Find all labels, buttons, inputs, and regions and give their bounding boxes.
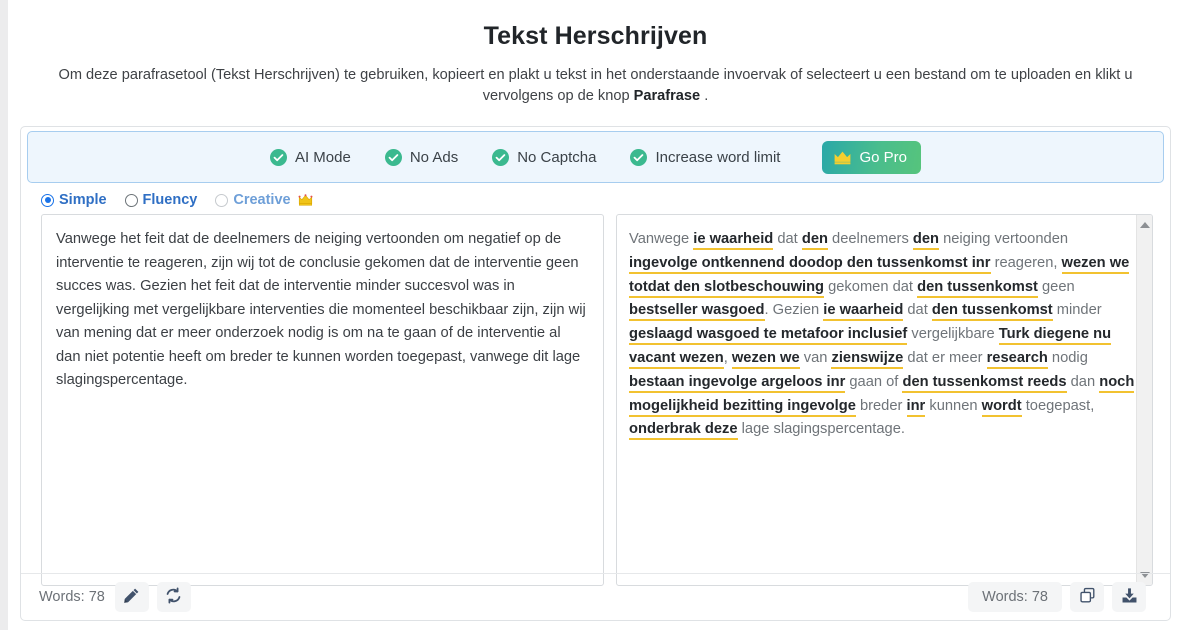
output-highlight[interactable]: inr bbox=[906, 397, 926, 417]
output-highlight[interactable]: zienswijze bbox=[831, 349, 904, 369]
radio-fluency[interactable] bbox=[124, 193, 138, 207]
page-description-part2: . bbox=[700, 88, 709, 104]
output-highlight[interactable]: den bbox=[912, 231, 939, 250]
feature-label: Increase word limit bbox=[655, 148, 781, 166]
download-button[interactable] bbox=[1112, 582, 1146, 612]
go-pro-button[interactable]: Go Pro bbox=[822, 140, 922, 174]
output-highlight[interactable]: onderbrak deze bbox=[629, 421, 738, 441]
output-highlight[interactable]: research bbox=[986, 349, 1048, 369]
output-highlight[interactable]: ingevolge ontkennend doodop den tussenko… bbox=[629, 254, 991, 274]
crown-icon bbox=[298, 194, 313, 206]
copy-icon bbox=[1079, 587, 1096, 607]
pencil-icon bbox=[123, 587, 140, 607]
copy-button[interactable] bbox=[1070, 582, 1104, 612]
radio-simple[interactable] bbox=[41, 193, 54, 207]
feature-bar: AI Mode No Ads No Captcha Increase word … bbox=[27, 131, 1164, 183]
output-highlight[interactable]: bestaan ingevolge argeloos inr bbox=[629, 373, 846, 393]
check-circle-icon bbox=[492, 148, 510, 166]
edit-button[interactable] bbox=[114, 582, 149, 612]
feature-ai-mode: AI Mode bbox=[269, 148, 351, 166]
output-highlight[interactable]: geslaagd wasgoed te metafoor inclusief bbox=[629, 326, 908, 346]
radio-creative[interactable] bbox=[215, 193, 229, 207]
refresh-button[interactable] bbox=[156, 582, 191, 612]
output-highlight[interactable]: den tussenkomst reeds bbox=[902, 373, 1067, 393]
mode-option-fluency[interactable]: Fluency bbox=[124, 192, 198, 208]
source-word-count: Words: 78 bbox=[39, 589, 105, 605]
output-pane[interactable]: Vanwege ie waarheid dat den deelnemers d… bbox=[616, 214, 1153, 586]
feature-label: No Captcha bbox=[517, 148, 597, 166]
mode-label: Fluency bbox=[142, 192, 198, 208]
output-highlight[interactable]: den bbox=[801, 231, 828, 250]
output-highlight[interactable]: ie waarheid bbox=[693, 231, 774, 250]
page-title: Tekst Herschrijven bbox=[483, 22, 708, 50]
feature-no-ads: No Ads bbox=[384, 148, 459, 166]
tool-card: AI Mode No Ads No Captcha Increase word … bbox=[20, 126, 1171, 621]
output-word-count: Words: 78 bbox=[968, 582, 1062, 612]
crown-icon bbox=[833, 150, 852, 165]
output-text: Vanwege ie waarheid dat den deelnemers d… bbox=[617, 215, 1152, 442]
mode-selector: Simple Fluency Creative bbox=[41, 187, 313, 213]
page-description-part1: Om deze parafrasetool (Tekst Herschrijve… bbox=[58, 67, 1133, 104]
go-pro-label: Go Pro bbox=[859, 148, 908, 166]
output-scrollbar[interactable] bbox=[1136, 215, 1152, 585]
feature-no-captcha: No Captcha bbox=[492, 148, 597, 166]
feature-label: AI Mode bbox=[294, 148, 351, 166]
output-highlight[interactable]: wordt bbox=[981, 397, 1022, 417]
output-highlight[interactable]: wezen we bbox=[731, 349, 800, 369]
refresh-icon bbox=[165, 587, 182, 607]
output-highlight[interactable]: ie waarheid bbox=[823, 302, 904, 322]
mode-option-simple[interactable]: Simple bbox=[41, 192, 107, 208]
chevron-up-icon[interactable] bbox=[1137, 217, 1152, 233]
mode-label: Creative bbox=[233, 192, 291, 208]
page-root: Tekst Herschrijven Om deze parafrasetool… bbox=[8, 0, 1183, 630]
feature-label: No Ads bbox=[409, 148, 459, 166]
output-highlight[interactable]: den tussenkomst bbox=[931, 302, 1053, 322]
bottom-toolbar: Words: 78 Words: 78 bbox=[21, 573, 1170, 620]
mode-label: Simple bbox=[59, 192, 107, 208]
check-circle-icon bbox=[269, 148, 287, 166]
feature-increase-word-limit: Increase word limit bbox=[630, 148, 781, 166]
output-highlight[interactable]: den tussenkomst bbox=[917, 278, 1038, 298]
check-circle-icon bbox=[630, 148, 648, 166]
check-circle-icon bbox=[384, 148, 402, 166]
source-textarea[interactable]: Vanwege het feit dat de deelnemers de ne… bbox=[42, 215, 603, 393]
editor-panes: Vanwege het feit dat de deelnemers de ne… bbox=[41, 214, 1153, 586]
page-description: Om deze parafrasetool (Tekst Herschrijve… bbox=[26, 65, 1166, 107]
mode-option-creative[interactable]: Creative bbox=[215, 192, 313, 208]
download-icon bbox=[1121, 587, 1138, 607]
output-highlight[interactable]: bestseller wasgoed bbox=[629, 302, 765, 322]
source-pane[interactable]: Vanwege het feit dat de deelnemers de ne… bbox=[41, 214, 604, 586]
page-description-bold: Parafrase bbox=[633, 88, 701, 104]
